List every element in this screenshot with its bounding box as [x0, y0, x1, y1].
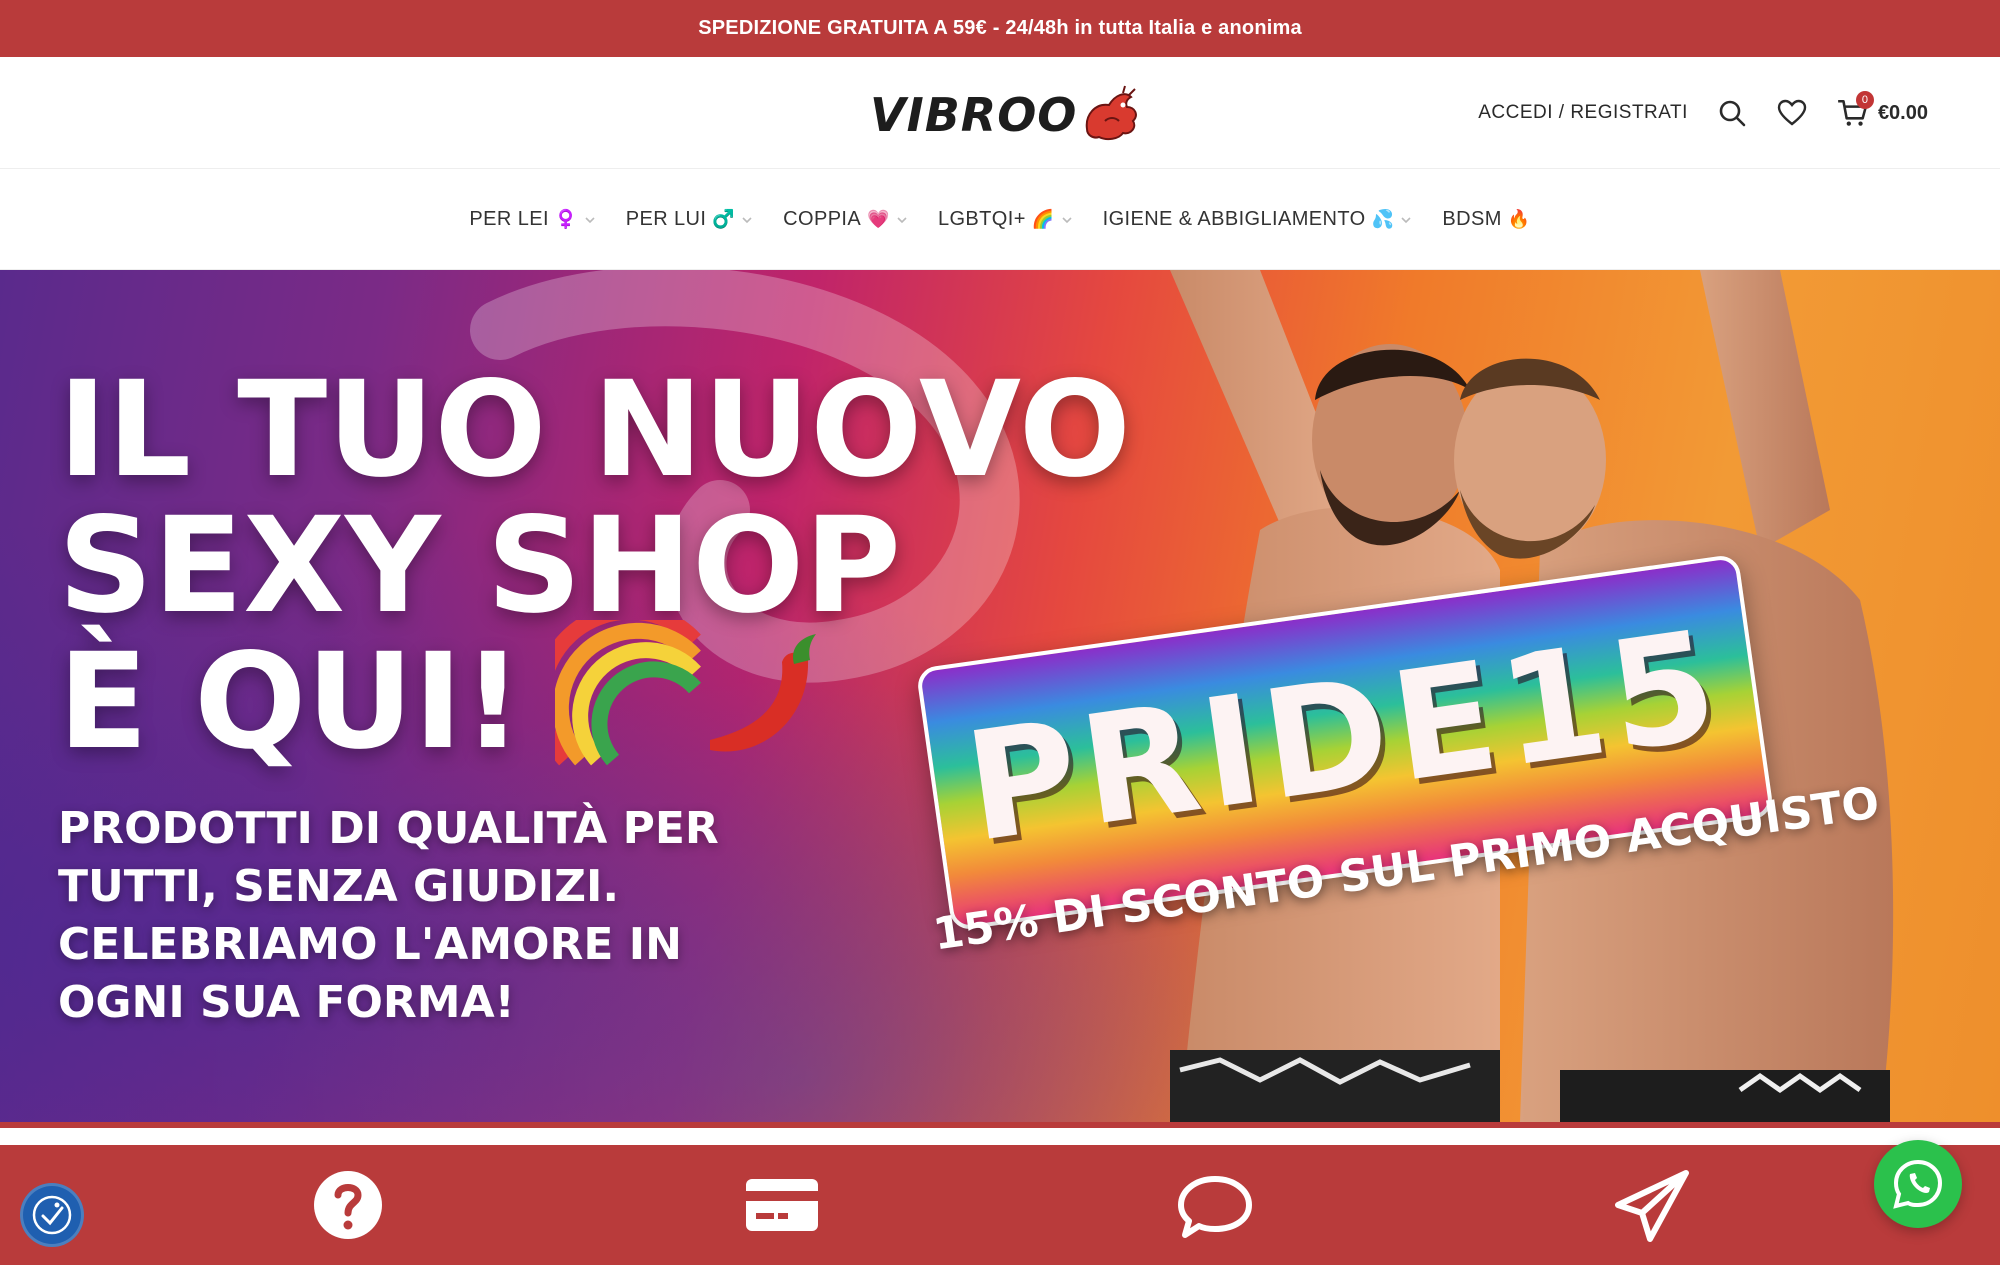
main-nav: PER LEI ♀️ PER LUI ♂️ COPPIA 💗 LGBTQI+ 🌈…: [0, 170, 2000, 270]
nav-item-bdsm[interactable]: BDSM 🔥: [1442, 208, 1530, 231]
whatsapp-icon: [1893, 1159, 1943, 1209]
nav-item-per-lei[interactable]: PER LEI ♀️: [469, 208, 595, 231]
hero-subtitle-line: OGNI SUA FORMA!: [58, 977, 515, 1028]
login-register-link[interactable]: ACCEDI / REGISTRATI: [1478, 102, 1688, 124]
nav-label: PER LUI: [625, 208, 707, 230]
paper-plane-icon: [1615, 1170, 1689, 1242]
male-sign-icon: ♂️: [712, 209, 736, 229]
chevron-down-icon: [585, 216, 595, 223]
nav-item-lgbtqi[interactable]: LGBTQI+ 🌈: [938, 208, 1073, 231]
chili-pepper-icon: [710, 634, 816, 752]
hero-subtitle-line: CELEBRIAMO L'AMORE IN: [58, 919, 682, 970]
cart-total: €0.00: [1877, 101, 1928, 124]
nav-label: COPPIA: [783, 208, 862, 230]
hero-title-line: IL TUO NUOVO: [58, 353, 1131, 507]
hero-subtitle-line: PRODOTTI DI QUALITÀ PER: [58, 803, 719, 854]
nav-item-igiene-abbigliamento[interactable]: IGIENE & ABBIGLIAMENTO 💦: [1103, 208, 1413, 231]
cart-button[interactable]: 0 €0.00: [1836, 91, 1928, 129]
hero-banner[interactable]: IL TUO NUOVO SEXY SHOP È QUI! PRODOTTI D…: [0, 270, 2000, 1122]
header-actions: ACCEDI / REGISTRATI 0 €0.00: [1478, 85, 1928, 141]
hero-subtitle: PRODOTTI DI QUALITÀ PER TUTTI, SENZA GIU…: [58, 800, 778, 1032]
nav-item-per-lui[interactable]: PER LUI ♂️: [626, 208, 753, 231]
droplets-icon: 💦: [1371, 209, 1395, 229]
nav-label: IGIENE & ABBIGLIAMENTO: [1102, 208, 1366, 230]
credit-card-icon: [746, 1179, 818, 1231]
search-icon[interactable]: [1716, 97, 1748, 129]
heart-emoji-icon: 💗: [867, 209, 890, 229]
rainbow-icon: [555, 620, 702, 766]
chevron-down-icon: [1062, 216, 1072, 223]
promo-text: SPEDIZIONE GRATUITA A 59€ - 24/48h in tu…: [698, 17, 1302, 39]
dragon-logo-icon: [1086, 85, 1138, 141]
question-icon: [314, 1171, 382, 1239]
chevron-down-icon: [1401, 216, 1411, 223]
rainbow-icon: 🌈: [1031, 209, 1055, 229]
heart-icon[interactable]: [1776, 97, 1808, 129]
nav-label: PER LEI: [469, 208, 549, 230]
features-bar: [0, 1145, 2000, 1265]
chat-bubble-icon: [1178, 1176, 1252, 1238]
nav-item-coppia[interactable]: COPPIA 💗: [783, 208, 908, 231]
site-logo[interactable]: VIBROO: [870, 85, 1141, 145]
nav-label: LGBTQI+: [937, 208, 1026, 230]
hero-subtitle-line: TUTTI, SENZA GIUDIZI.: [58, 861, 620, 912]
separator-line: [0, 1122, 2000, 1128]
site-header: VIBROO ACCEDI / REGISTRATI 0 €0.00: [0, 57, 2000, 169]
cart-count-badge: 0: [1855, 91, 1874, 109]
chevron-down-icon: [897, 216, 907, 223]
nav-label: BDSM: [1442, 208, 1502, 230]
hero-title-line: SEXY SHOP: [58, 489, 902, 643]
whatsapp-button[interactable]: [1874, 1140, 1962, 1228]
chevron-down-icon: [742, 216, 752, 223]
accessibility-button[interactable]: [20, 1183, 84, 1247]
female-sign-icon: ♀️: [554, 209, 578, 229]
promo-bar: SPEDIZIONE GRATUITA A 59€ - 24/48h in tu…: [0, 0, 2000, 57]
accessibility-icon: [32, 1195, 72, 1235]
logo-text: VIBROO: [870, 88, 1078, 142]
fire-icon: 🔥: [1507, 209, 1531, 229]
